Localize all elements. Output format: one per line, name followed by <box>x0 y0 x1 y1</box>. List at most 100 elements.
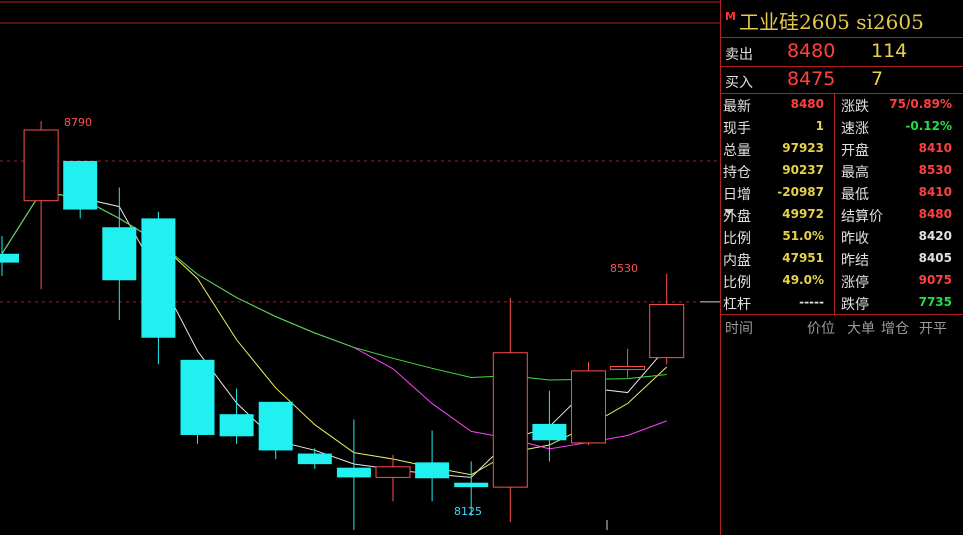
quote-value: 8480 <box>918 207 952 221</box>
candle-body <box>532 423 567 441</box>
high-price-label: 8790 <box>64 116 92 129</box>
quote-value: 8530 <box>918 163 952 177</box>
candle-body <box>415 462 450 479</box>
contract-title[interactable]: 工业硅2605 si2605 <box>739 6 924 35</box>
quote-value: 9075 <box>918 273 952 287</box>
sell-volume: 114 <box>871 40 908 62</box>
quote-value: 49.0% <box>782 273 824 287</box>
market-mark: M <box>725 10 736 23</box>
quote-value: 51.0% <box>782 229 824 243</box>
quote-row: 总量 97923 开盘 8410 <box>721 138 963 160</box>
candle-body <box>102 227 137 281</box>
quote-value: 7735 <box>918 295 952 309</box>
buy-label: 买入 <box>725 75 753 91</box>
quote-row: 现手 1 速涨 -0.12% <box>721 116 963 138</box>
candle-body <box>258 401 293 451</box>
quote-label: 日增 <box>723 187 751 203</box>
buy-price: 8475 <box>787 68 836 90</box>
quote-value: 1 <box>815 119 824 133</box>
candle-down <box>415 430 450 502</box>
quote-label: 外盘 <box>723 209 751 225</box>
candle-down <box>180 359 215 444</box>
low-price-label: 8125 <box>454 505 482 518</box>
candle-body <box>141 218 176 338</box>
quote-value: 8420 <box>918 229 952 243</box>
quote-label: 持仓 <box>723 165 751 181</box>
ma-longer-line <box>1 191 667 381</box>
quote-row: 外盘 49972 结算价 8480 <box>721 204 963 226</box>
quote-label: 最低 <box>841 187 869 203</box>
ticks-bigorder-header: 大单 <box>847 321 875 337</box>
moving-average-lines <box>1 191 668 478</box>
buy-row[interactable]: 买入 8475 7 <box>721 66 963 94</box>
candle-body <box>180 359 215 435</box>
ticks-openclose-header: 开平 <box>919 321 947 337</box>
quote-label: 速涨 <box>841 121 869 137</box>
sell-label: 卖出 <box>725 47 753 63</box>
candle-up <box>649 273 685 365</box>
candle-up <box>492 297 528 523</box>
candle-down <box>532 390 567 462</box>
quote-value: 49972 <box>782 207 824 221</box>
quote-label: 最新 <box>723 99 751 115</box>
quote-value: 8405 <box>918 251 952 265</box>
quote-label: 涨跌 <box>841 99 869 115</box>
quote-value: -20987 <box>777 185 824 199</box>
quote-value: 75/0.89% <box>889 97 952 111</box>
quote-value: 90237 <box>782 163 824 177</box>
candle-body <box>23 129 59 202</box>
quote-row: 日增 -20987 最低 8410 <box>721 182 963 204</box>
candle-down <box>141 211 176 365</box>
quote-row: 比例 51.0% 昨收 8420 <box>721 226 963 248</box>
candlestick-chart[interactable]: 8790 8125 8530 <box>0 0 720 535</box>
quote-label: 开盘 <box>841 143 869 159</box>
divider <box>721 314 963 315</box>
candle-body <box>63 160 98 210</box>
ticks-oi-header: 增仓 <box>881 321 909 337</box>
quote-label: 昨收 <box>841 231 869 247</box>
buy-volume: 7 <box>871 68 884 90</box>
quote-value: 8410 <box>918 141 952 155</box>
candle-up <box>571 362 606 446</box>
candle-up <box>23 121 59 290</box>
quote-row: 内盘 47951 昨结 8405 <box>721 248 963 270</box>
quote-value: 8410 <box>918 185 952 199</box>
candle-body <box>297 453 332 465</box>
candle-body <box>492 352 528 488</box>
quote-row: 最新 8480 涨跌 75/0.89% <box>721 94 963 116</box>
quote-label: 总量 <box>723 143 751 159</box>
ma-short-line <box>1 191 668 478</box>
quote-row: 杠杆 ----- 跌停 7735 <box>721 292 963 314</box>
candle-body <box>649 304 685 359</box>
candle-body <box>336 467 371 478</box>
last-price-label: 8530 <box>610 262 638 275</box>
quote-label: 涨停 <box>841 275 869 291</box>
quote-value: 8480 <box>790 97 824 111</box>
sell-row[interactable]: 卖出 8480 114 <box>721 38 963 66</box>
quote-value: -0.12% <box>905 119 952 133</box>
quote-label: 比例 <box>723 275 751 291</box>
candle-down <box>258 401 293 460</box>
quote-panel: M 工业硅2605 si2605 卖出 8480 114 买入 8475 7 最… <box>720 0 963 535</box>
quote-label: 跌停 <box>841 297 869 313</box>
candle-down <box>102 187 137 321</box>
candle-down <box>297 448 332 470</box>
candles <box>0 121 685 530</box>
quote-value: 97923 <box>782 141 824 155</box>
quote-label: 内盘 <box>723 253 751 269</box>
candle-body <box>0 253 19 263</box>
candle-up <box>610 348 646 378</box>
ticks-time-header: 时间 <box>725 321 753 337</box>
quote-value: ----- <box>799 295 824 309</box>
quote-label: 比例 <box>723 231 751 247</box>
candle-body <box>571 370 606 444</box>
candle-down <box>336 419 371 530</box>
quote-value: 47951 <box>782 251 824 265</box>
ma-long-line <box>1 191 667 450</box>
candle-down <box>63 160 98 219</box>
ticks-price-header: 价位 <box>807 321 835 337</box>
candle-body <box>375 466 411 478</box>
quote-row: 持仓 90237 最高 8530 <box>721 160 963 182</box>
quote-label: 杠杆 <box>723 297 751 313</box>
sell-price: 8480 <box>787 40 836 62</box>
